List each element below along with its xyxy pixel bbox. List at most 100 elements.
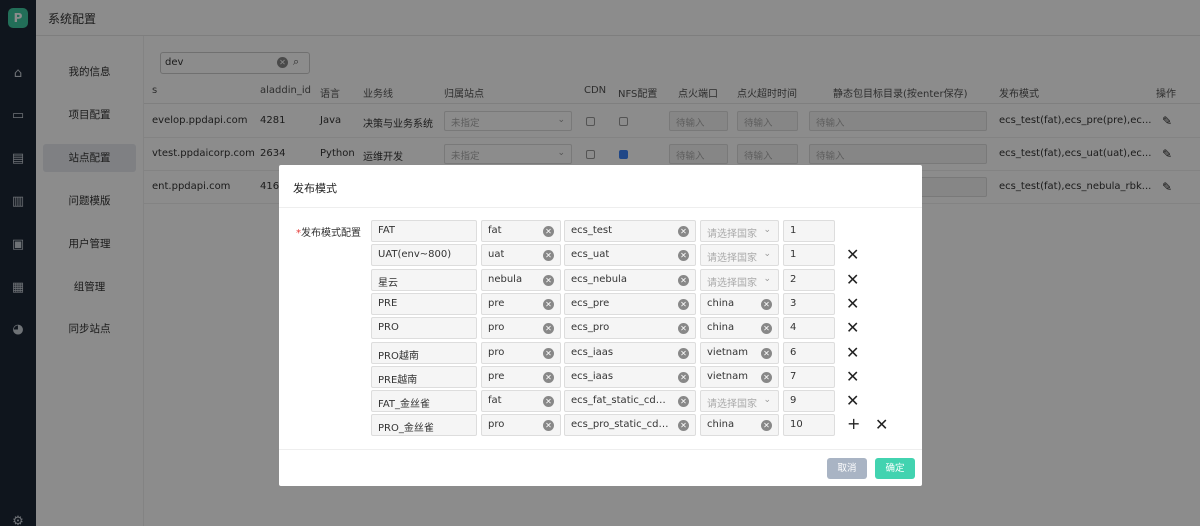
order-input-value: 2 (790, 274, 797, 285)
env-input[interactable]: uat ✕ (481, 244, 561, 266)
country-select[interactable]: china ✕ (700, 414, 779, 436)
mode-name-input[interactable]: PRO越南 (371, 342, 477, 364)
env-input[interactable]: pro ✕ (481, 342, 561, 364)
cluster-input[interactable]: ecs_fat_static_cdn_ca... ✕ (564, 390, 696, 412)
clear-icon[interactable]: ✕ (678, 299, 689, 310)
country-select-value: vietnam (707, 371, 748, 382)
deploy-mode-dialog: 发布模式 *发布模式配置 FAT fat ✕ ecs_test ✕ 请选择国家 ⌄ 1 UAT(… (279, 165, 922, 486)
env-input[interactable]: fat ✕ (481, 220, 561, 242)
mode-name-input[interactable]: PRO_金丝雀 (371, 414, 477, 436)
clear-icon[interactable]: ✕ (678, 226, 689, 237)
mode-name-input[interactable]: PRO (371, 317, 477, 339)
clear-icon[interactable]: ✕ (543, 226, 554, 237)
cluster-input[interactable]: ecs_nebula ✕ (564, 269, 696, 291)
remove-row-button[interactable]: ✕ (875, 417, 888, 433)
env-input[interactable]: pro ✕ (481, 414, 561, 436)
cancel-button[interactable]: 取消 (827, 458, 867, 479)
clear-icon[interactable]: ✕ (543, 323, 554, 334)
cluster-input-value: ecs_uat (571, 249, 610, 260)
cluster-input[interactable]: ecs_pro_static_cdn_ca... ✕ (564, 414, 696, 436)
country-select[interactable]: 请选择国家 ⌄ (700, 390, 779, 412)
clear-icon[interactable]: ✕ (678, 372, 689, 383)
clear-icon[interactable]: ✕ (543, 396, 554, 407)
chevron-down-icon: ⌄ (763, 274, 771, 284)
clear-icon[interactable]: ✕ (543, 250, 554, 261)
mode-name-input-value: 星云 (378, 278, 398, 289)
env-input[interactable]: nebula ✕ (481, 269, 561, 291)
order-input[interactable]: 10 (783, 414, 835, 436)
order-input[interactable]: 4 (783, 317, 835, 339)
mode-name-input[interactable]: PRE越南 (371, 366, 477, 388)
remove-row-button[interactable]: ✕ (846, 296, 859, 312)
cluster-input-value: ecs_fat_static_cdn_ca... (571, 395, 671, 406)
chevron-down-icon: ⌄ (763, 395, 771, 405)
clear-icon[interactable]: ✕ (543, 299, 554, 310)
cluster-input[interactable]: ecs_pre ✕ (564, 293, 696, 315)
cluster-input-value: ecs_pre (571, 298, 610, 309)
clear-icon[interactable]: ✕ (543, 348, 554, 359)
remove-row-button[interactable]: ✕ (846, 369, 859, 385)
order-input-value: 10 (790, 419, 803, 430)
mode-name-input[interactable]: FAT_金丝雀 (371, 390, 477, 412)
mode-name-input[interactable]: FAT (371, 220, 477, 242)
order-input[interactable]: 2 (783, 269, 835, 291)
env-input-value: pre (488, 298, 505, 309)
dialog-title: 发布模式 (293, 182, 337, 195)
remove-row-button[interactable]: ✕ (846, 272, 859, 288)
mode-name-input[interactable]: 星云 (371, 269, 477, 291)
mode-name-input[interactable]: UAT(env~800) (371, 244, 477, 266)
env-input-value: uat (488, 249, 505, 260)
clear-icon[interactable]: ✕ (678, 348, 689, 359)
add-row-button[interactable]: + (847, 416, 860, 432)
env-input[interactable]: pre ✕ (481, 366, 561, 388)
country-select[interactable]: vietnam ✕ (700, 342, 779, 364)
confirm-button[interactable]: 确定 (875, 458, 915, 479)
clear-icon[interactable]: ✕ (543, 372, 554, 383)
country-select[interactable]: vietnam ✕ (700, 366, 779, 388)
clear-icon[interactable]: ✕ (543, 275, 554, 286)
order-input[interactable]: 7 (783, 366, 835, 388)
cluster-input[interactable]: ecs_iaas ✕ (564, 342, 696, 364)
clear-icon[interactable]: ✕ (543, 420, 554, 431)
remove-row-button[interactable]: ✕ (846, 345, 859, 361)
clear-icon[interactable]: ✕ (678, 250, 689, 261)
country-select-value: vietnam (707, 347, 748, 358)
env-input[interactable]: fat ✕ (481, 390, 561, 412)
remove-row-button[interactable]: ✕ (846, 320, 859, 336)
order-input[interactable]: 9 (783, 390, 835, 412)
clear-icon[interactable]: ✕ (761, 299, 772, 310)
clear-icon[interactable]: ✕ (761, 323, 772, 334)
order-input[interactable]: 1 (783, 244, 835, 266)
env-input[interactable]: pre ✕ (481, 293, 561, 315)
clear-icon[interactable]: ✕ (761, 420, 772, 431)
clear-icon[interactable]: ✕ (678, 396, 689, 407)
clear-icon[interactable]: ✕ (678, 323, 689, 334)
cluster-input[interactable]: ecs_iaas ✕ (564, 366, 696, 388)
clear-icon[interactable]: ✕ (678, 420, 689, 431)
cluster-input[interactable]: ecs_pro ✕ (564, 317, 696, 339)
mode-name-input[interactable]: PRE (371, 293, 477, 315)
country-select[interactable]: china ✕ (700, 293, 779, 315)
clear-icon[interactable]: ✕ (678, 275, 689, 286)
dialog-header: 发布模式 (279, 165, 922, 208)
remove-row-button[interactable]: ✕ (846, 393, 859, 409)
clear-icon[interactable]: ✕ (761, 372, 772, 383)
country-select[interactable]: china ✕ (700, 317, 779, 339)
order-input-value: 1 (790, 225, 797, 236)
cluster-input-value: ecs_test (571, 225, 613, 236)
dialog-footer: 取消 确定 (279, 449, 922, 486)
order-input-value: 1 (790, 249, 797, 260)
country-select[interactable]: 请选择国家 ⌄ (700, 269, 779, 291)
env-input-value: pro (488, 322, 505, 333)
cluster-input-value: ecs_iaas (571, 371, 614, 382)
cluster-input[interactable]: ecs_uat ✕ (564, 244, 696, 266)
cluster-input[interactable]: ecs_test ✕ (564, 220, 696, 242)
order-input[interactable]: 6 (783, 342, 835, 364)
remove-row-button[interactable]: ✕ (846, 247, 859, 263)
order-input[interactable]: 1 (783, 220, 835, 242)
country-select[interactable]: 请选择国家 ⌄ (700, 244, 779, 266)
clear-icon[interactable]: ✕ (761, 348, 772, 359)
order-input[interactable]: 3 (783, 293, 835, 315)
country-select[interactable]: 请选择国家 ⌄ (700, 220, 779, 242)
env-input[interactable]: pro ✕ (481, 317, 561, 339)
